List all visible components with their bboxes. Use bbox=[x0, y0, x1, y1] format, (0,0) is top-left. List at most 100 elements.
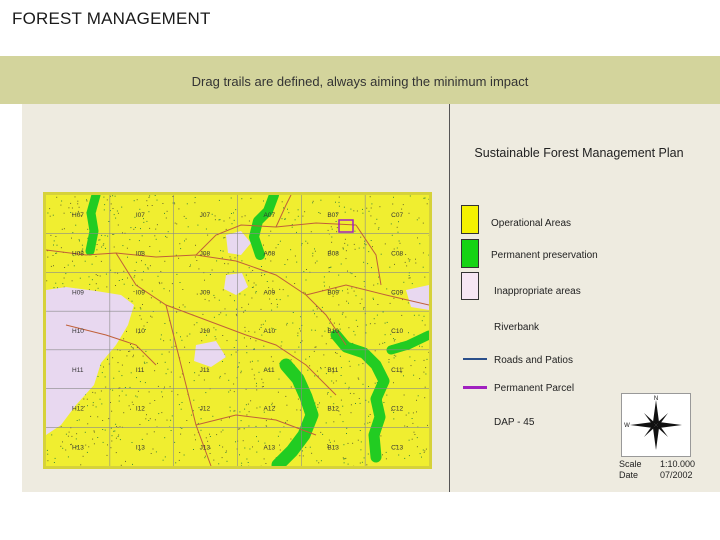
vegetation-dot bbox=[286, 322, 288, 324]
compass-n: N bbox=[654, 396, 658, 402]
vegetation-dot bbox=[321, 335, 323, 337]
vegetation-dot bbox=[421, 456, 422, 458]
vegetation-dot bbox=[171, 346, 173, 348]
vegetation-dot bbox=[121, 390, 123, 392]
vegetation-dot bbox=[123, 412, 125, 414]
vegetation-dot bbox=[347, 270, 348, 272]
vegetation-dot bbox=[345, 250, 347, 252]
vegetation-dot bbox=[146, 220, 148, 222]
vegetation-dot bbox=[328, 271, 330, 273]
vegetation-dot bbox=[296, 261, 298, 263]
vegetation-dot bbox=[218, 314, 220, 316]
vegetation-dot bbox=[213, 316, 215, 318]
vegetation-dot bbox=[355, 319, 357, 321]
vegetation-dot bbox=[270, 303, 272, 305]
vegetation-dot bbox=[125, 460, 126, 462]
vegetation-dot bbox=[110, 447, 112, 449]
cell-label: C11 bbox=[391, 367, 403, 374]
vegetation-dot bbox=[265, 425, 267, 427]
vegetation-dot bbox=[118, 400, 120, 402]
vegetation-dot bbox=[231, 223, 233, 225]
vegetation-dot bbox=[380, 435, 382, 437]
map-frame[interactable]: H07 I07 J07 A07 B07 C07 H08 I08 J08 A08 B08 C08 H09 I… bbox=[43, 192, 432, 469]
vegetation-dot bbox=[103, 366, 104, 368]
vegetation-dot bbox=[422, 252, 424, 254]
vegetation-dot bbox=[417, 395, 419, 397]
vegetation-dot bbox=[142, 304, 143, 305]
vegetation-dot bbox=[176, 273, 178, 275]
vegetation-dot bbox=[141, 438, 143, 440]
vegetation-dot bbox=[316, 260, 318, 262]
vegetation-dot bbox=[144, 329, 146, 330]
vegetation-dot bbox=[148, 391, 150, 393]
vegetation-dot bbox=[118, 395, 120, 397]
cell-label: B07 bbox=[327, 212, 339, 219]
vegetation-dot bbox=[112, 208, 114, 209]
vegetation-dot bbox=[314, 248, 315, 250]
vegetation-dot bbox=[85, 444, 87, 446]
vegetation-dot bbox=[46, 280, 48, 282]
vegetation-dot bbox=[411, 438, 413, 440]
vegetation-dot bbox=[76, 420, 78, 421]
vegetation-dot bbox=[373, 318, 375, 320]
vegetation-dot bbox=[119, 387, 121, 389]
vegetation-dot bbox=[224, 308, 226, 310]
vegetation-dot bbox=[174, 222, 176, 224]
vegetation-dot bbox=[117, 362, 119, 364]
vegetation-dot bbox=[80, 464, 82, 466]
vegetation-dot bbox=[229, 295, 231, 297]
vegetation-dot bbox=[297, 215, 299, 217]
vegetation-dot bbox=[113, 246, 115, 248]
vegetation-dot bbox=[359, 402, 361, 404]
vegetation-dot bbox=[158, 413, 160, 415]
vegetation-dot bbox=[409, 195, 411, 197]
vegetation-dot bbox=[309, 446, 311, 448]
vegetation-dot bbox=[329, 286, 330, 288]
vegetation-dot bbox=[145, 418, 147, 420]
vegetation-dot bbox=[194, 434, 196, 436]
vegetation-dot bbox=[249, 448, 251, 450]
vegetation-dot bbox=[99, 239, 101, 241]
vegetation-dot bbox=[331, 241, 333, 243]
vegetation-dot bbox=[168, 351, 170, 353]
vegetation-dot bbox=[393, 248, 395, 250]
vegetation-dot bbox=[393, 196, 394, 198]
vegetation-dot bbox=[245, 404, 247, 406]
vegetation-dot bbox=[95, 256, 97, 257]
vegetation-dot bbox=[129, 386, 131, 388]
vegetation-dot bbox=[255, 385, 257, 387]
vegetation-dot bbox=[270, 230, 272, 232]
vegetation-dot bbox=[344, 458, 346, 460]
vegetation-dot bbox=[294, 255, 296, 257]
vegetation-dot bbox=[351, 287, 353, 289]
vegetation-dot bbox=[151, 290, 153, 292]
vegetation-dot bbox=[314, 346, 316, 348]
vegetation-dot bbox=[194, 256, 196, 258]
vegetation-dot bbox=[126, 355, 128, 357]
vegetation-dot bbox=[189, 266, 191, 267]
forest-map[interactable]: H07 I07 J07 A07 B07 C07 H08 I08 J08 A08 B08 C08 H09 I… bbox=[46, 195, 429, 466]
vegetation-dot bbox=[149, 246, 151, 247]
vegetation-dot bbox=[77, 200, 79, 202]
vegetation-dot bbox=[139, 307, 141, 309]
vegetation-dot bbox=[393, 418, 395, 420]
vegetation-dot bbox=[330, 318, 331, 320]
vegetation-dot bbox=[301, 340, 303, 342]
vegetation-dot bbox=[178, 404, 180, 406]
vegetation-dot bbox=[415, 262, 417, 264]
vegetation-dot bbox=[161, 391, 163, 393]
vegetation-dot bbox=[104, 235, 106, 237]
vegetation-dot bbox=[141, 260, 142, 262]
vegetation-dot bbox=[135, 395, 137, 397]
vegetation-dot bbox=[262, 323, 264, 325]
vegetation-dot bbox=[154, 400, 156, 401]
vegetation-dot bbox=[190, 264, 191, 266]
vegetation-dot bbox=[133, 276, 135, 278]
vegetation-dot bbox=[403, 281, 405, 283]
vegetation-dot bbox=[368, 386, 369, 387]
vegetation-dot bbox=[214, 297, 216, 299]
vegetation-dot bbox=[252, 270, 254, 271]
vegetation-dot bbox=[305, 240, 307, 242]
vegetation-dot bbox=[164, 260, 166, 262]
vegetation-dot bbox=[130, 408, 131, 410]
